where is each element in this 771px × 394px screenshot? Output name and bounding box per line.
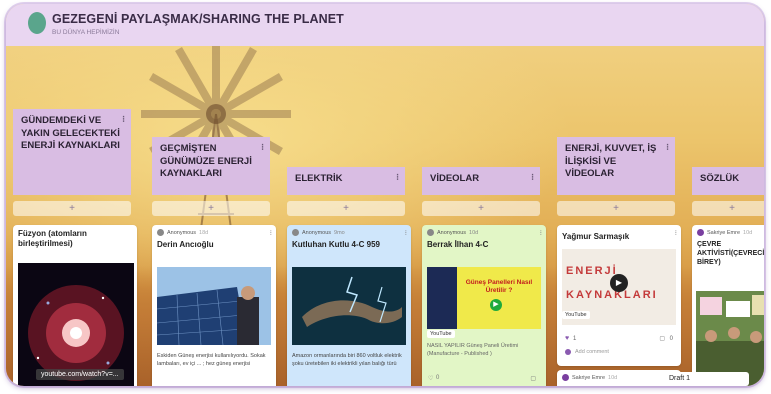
post-card-derin[interactable]: Anonymous 18d ⁝ Derin Ancıoğlu Eskiden G… [152, 225, 276, 386]
column-header: SÖZLÜK [692, 167, 764, 195]
post-image-star [18, 263, 134, 386]
user-avatar [562, 374, 569, 381]
add-post-button[interactable]: + [557, 201, 675, 216]
post-title: Yağmur Sarmaşık [562, 232, 630, 241]
post-image-electric-eel [292, 267, 406, 345]
post-menu-icon[interactable]: ⁝ [540, 229, 542, 237]
board-header: GEZEGENİ PAYLAŞMAK/SHARING THE PLANET BU… [6, 4, 764, 46]
like-icon[interactable]: ♡ [428, 375, 433, 382]
post-image-solar-panels [157, 267, 271, 345]
draft-indicator[interactable]: Draft 1 [663, 372, 749, 386]
post-menu-icon[interactable]: ⁝ [675, 229, 677, 237]
post-menu-icon[interactable]: ⁝ [270, 229, 272, 237]
column-menu-icon[interactable]: ⁝ [261, 141, 264, 154]
post-title: Derin Ancıoğlu [157, 240, 214, 249]
column-gecmisten: GEÇMİŞTEN GÜNÜMÜZE ENERJİ KAYNAKLARI ⁝ + [152, 137, 270, 216]
user-avatar [157, 229, 164, 236]
column-enerji-kuvvet: ENERJİ, KUVVET, İŞ İLİŞKİSİ VE VİDEOLAR … [557, 137, 675, 216]
post-video-thumbnail[interactable]: Güneş Panelleri Nasıl Üretilir ? ▶ [427, 267, 541, 329]
post-card-fuzyon[interactable]: Füzyon (atomların birleştirilmesi) [13, 225, 137, 386]
post-author: Sakriye Emre [707, 229, 741, 236]
post-time: 18d [199, 229, 209, 236]
column-header: GÜNDEMDEKİ VE YAKIN GELECEKTEKİ ENERJİ K… [13, 109, 131, 195]
column-videolar: VİDEOLAR ⁝ + [422, 167, 540, 216]
post-text: Eskiden Güneş enerjisi kullanılıyordu. S… [157, 353, 266, 367]
post-author: Anonymous [302, 229, 332, 236]
column-title: GÜNDEMDEKİ VE YAKIN GELECEKTEKİ ENERJİ K… [21, 115, 120, 151]
post-meta: Anonymous 18d [152, 225, 276, 236]
like-count: 1 [573, 336, 577, 342]
play-icon[interactable]: ▶ [490, 299, 502, 311]
user-avatar [427, 229, 434, 236]
post-meta: Anonymous 9mo [287, 225, 411, 236]
like-count: 0 [436, 375, 440, 381]
column-header: GEÇMİŞTEN GÜNÜMÜZE ENERJİ KAYNAKLARI ⁝ [152, 137, 270, 195]
post-card-cevre[interactable]: Sakriye Emre 10d ÇEVRE AKTİVİSTİ(ÇEVRECİ… [692, 225, 764, 386]
post-menu-icon[interactable]: ⁝ [405, 229, 407, 237]
url-status-bar: youtube.com/watch?v=... [36, 369, 124, 380]
add-post-button[interactable]: + [287, 201, 405, 216]
post-title: ÇEVRE AKTİVİSTİ(ÇEVRECİ BİREY) [697, 241, 764, 266]
post-meta: Anonymous 10d [422, 225, 546, 236]
heart-icon[interactable]: ♥ [565, 335, 569, 342]
user-avatar [697, 229, 704, 236]
post-time: 10d [743, 229, 753, 236]
column-menu-icon[interactable]: ⁝ [666, 141, 669, 154]
post-title: Berrak İlhan 4-C [427, 240, 489, 249]
column-title: ENERJİ, KUVVET, İŞ İLİŞKİSİ VE VİDEOLAR [565, 143, 657, 179]
column-title: GEÇMİŞTEN GÜNÜMÜZE ENERJİ KAYNAKLARI [160, 143, 252, 179]
column-elektrik: ELEKTRİK ⁝ + [287, 167, 405, 216]
post-text: Amazon ormanlarında biri 860 voltluk ele… [292, 353, 402, 367]
board-subtitle: BU DÜNYA HEPİMİZİN [52, 29, 120, 36]
comment-count: 0 [669, 336, 673, 342]
board-title: GEZEGENİ PAYLAŞMAK/SHARING THE PLANET [52, 12, 344, 26]
post-author: Anonymous [437, 229, 467, 236]
post-time: 10d [608, 374, 618, 381]
column-gundemdeki: GÜNDEMDEKİ VE YAKIN GELECEKTEKİ ENERJİ K… [13, 109, 131, 216]
post-text: NASIL YAPILIR Güneş Paneli Üretimi (Manu… [427, 343, 519, 357]
column-title: SÖZLÜK [700, 173, 740, 184]
youtube-badge: YouTube [562, 311, 590, 319]
post-title: Füzyon (atomların birleştirilmesi) [18, 229, 87, 248]
comment-icon[interactable]: ▢ [530, 375, 536, 382]
column-menu-icon[interactable]: ⁝ [122, 113, 125, 126]
post-card-kutluhan[interactable]: Anonymous 9mo ⁝ Kutluhan Kutlu 4-C 959 A… [287, 225, 411, 386]
post-card-berrak[interactable]: Anonymous 10d ⁝ Berrak İlhan 4-C Güneş P… [422, 225, 546, 386]
column-sozluk: SÖZLÜK + [692, 167, 764, 216]
post-meta: Sakriye Emre 10d [692, 225, 764, 236]
post-time: 10d [469, 229, 479, 236]
column-title: ELEKTRİK [295, 173, 343, 184]
post-card-yagmur[interactable]: Yağmur Sarmaşık ⁝ ENERJİ KAYNAKLARI ▶ Yo… [557, 225, 681, 366]
add-post-button[interactable]: + [692, 201, 764, 216]
comment-icon[interactable]: ▢ [659, 335, 665, 342]
padlet-board: GEZEGENİ PAYLAŞMAK/SHARING THE PLANET BU… [6, 4, 764, 386]
user-avatar [565, 349, 571, 355]
post-title: Kutluhan Kutlu 4-C 959 [292, 240, 381, 249]
play-icon[interactable]: ▶ [610, 274, 628, 292]
board-avatar[interactable] [28, 12, 46, 34]
post-author: Sakriye Emre [572, 374, 606, 381]
thumb-text: Güneş Panelleri Nasıl Üretilir ? [465, 279, 533, 294]
add-post-button[interactable]: + [152, 201, 270, 216]
post-author: Anonymous [167, 229, 197, 236]
post-time: 9mo [334, 229, 345, 236]
column-title: VİDEOLAR [430, 173, 480, 184]
column-menu-icon[interactable]: ⁝ [396, 171, 399, 184]
user-avatar [292, 229, 299, 236]
youtube-badge: YouTube [427, 330, 455, 338]
add-post-button[interactable]: + [422, 201, 540, 216]
add-comment-input[interactable]: Add comment [575, 349, 609, 355]
add-post-button[interactable]: + [13, 201, 131, 216]
column-header: VİDEOLAR ⁝ [422, 167, 540, 195]
column-header: ELEKTRİK ⁝ [287, 167, 405, 195]
column-menu-icon[interactable]: ⁝ [531, 171, 534, 184]
thumb-panel-graphic [427, 267, 457, 329]
column-header: ENERJİ, KUVVET, İŞ İLİŞKİSİ VE VİDEOLAR … [557, 137, 675, 195]
